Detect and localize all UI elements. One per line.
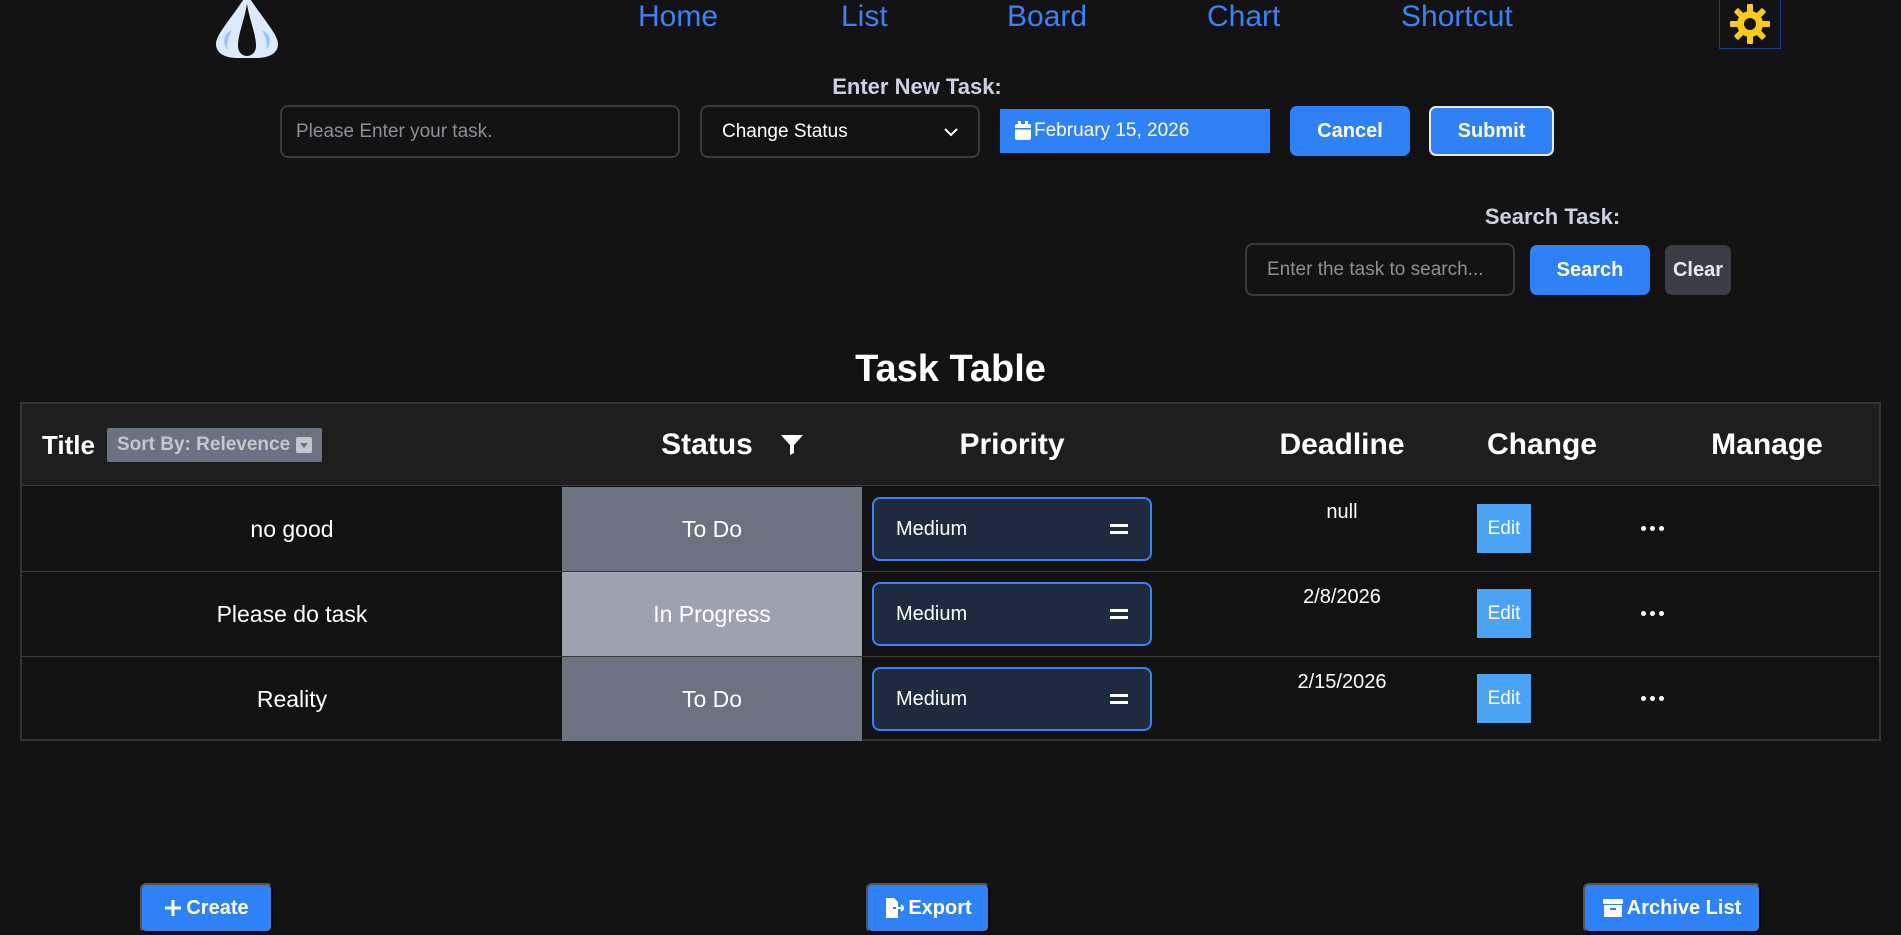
file-export-icon — [886, 898, 905, 918]
cancel-button[interactable]: Cancel — [1290, 106, 1410, 156]
table-header: Title Sort By: Relevence Status Priority… — [22, 404, 1879, 486]
search-button[interactable]: Search — [1530, 245, 1650, 295]
theme-toggle-button[interactable] — [1719, 0, 1781, 49]
create-button[interactable]: Create — [140, 883, 273, 933]
export-button[interactable]: Export — [866, 883, 990, 933]
table-title: Task Table — [855, 348, 1046, 390]
nav-chart[interactable]: Chart — [1207, 0, 1280, 34]
priority-value: Medium — [896, 517, 968, 540]
sort-dropdown[interactable]: Sort By: Relevence — [106, 428, 323, 462]
table-row: no good To Do Medium null Edit — [22, 487, 1879, 572]
header-status-cell: Status — [582, 404, 882, 486]
new-task-label: Enter New Task: — [832, 74, 1002, 99]
task-title: no good — [250, 515, 334, 542]
priority-value: Medium — [896, 687, 968, 710]
equals-icon — [1110, 524, 1128, 534]
task-title: Reality — [256, 685, 328, 712]
new-task-input[interactable] — [280, 105, 680, 158]
status-select[interactable]: Change Status — [700, 105, 980, 158]
table-row: Reality To Do Medium 2/15/2026 Edit — [22, 657, 1879, 742]
filter-icon[interactable] — [780, 435, 803, 455]
nav-board[interactable]: Board — [1007, 0, 1087, 34]
equals-icon — [1110, 609, 1128, 619]
more-icon[interactable] — [1632, 517, 1672, 539]
header-status: Status — [661, 428, 753, 461]
app-logo-icon[interactable] — [212, 0, 282, 58]
archive-icon — [1602, 899, 1623, 917]
date-value: February 15, 2026 — [1034, 120, 1190, 141]
edit-button[interactable]: Edit — [1477, 674, 1531, 723]
more-icon[interactable] — [1632, 602, 1672, 624]
task-title: Please do task — [216, 600, 368, 627]
task-table: Title Sort By: Relevence Status Priority… — [20, 402, 1881, 741]
edit-button[interactable]: Edit — [1477, 504, 1531, 553]
header-title-cell: Title Sort By: Relevence — [42, 404, 323, 486]
chevron-down-icon — [944, 127, 958, 136]
equals-icon — [1110, 694, 1128, 704]
submit-button[interactable]: Submit — [1429, 106, 1554, 156]
sort-label: Sort By: Relevence — [116, 434, 291, 455]
table-row: Please do task In Progress Medium 2/8/20… — [22, 572, 1879, 657]
deadline-value: 2/8/2026 — [1303, 586, 1381, 608]
deadline-value: null — [1326, 501, 1358, 523]
search-label: Search Task: — [1484, 204, 1621, 229]
status-select-value: Change Status — [722, 120, 848, 142]
header-title: Title — [42, 429, 95, 460]
export-label: Export — [908, 896, 972, 919]
caret-down-icon — [296, 437, 313, 453]
more-icon[interactable] — [1632, 687, 1672, 709]
status-cell[interactable]: To Do — [562, 657, 862, 741]
header-priority: Priority — [959, 428, 1065, 461]
priority-value: Medium — [896, 602, 968, 625]
clear-button[interactable]: Clear — [1665, 245, 1731, 295]
header-change: Change — [1486, 428, 1597, 461]
archive-list-button[interactable]: Archive List — [1583, 883, 1761, 933]
archive-label: Archive List — [1626, 896, 1742, 919]
gear-icon — [1730, 4, 1770, 44]
header-manage: Manage — [1711, 428, 1823, 461]
header-deadline: Deadline — [1279, 428, 1405, 461]
priority-select[interactable]: Medium — [872, 667, 1152, 731]
priority-select[interactable]: Medium — [872, 582, 1152, 646]
priority-select[interactable]: Medium — [872, 497, 1152, 561]
status-cell[interactable]: To Do — [562, 487, 862, 571]
nav-list[interactable]: List — [841, 0, 888, 34]
search-input[interactable] — [1245, 243, 1515, 296]
date-picker[interactable]: February 15, 2026 — [1000, 109, 1270, 153]
nav-home[interactable]: Home — [638, 0, 718, 34]
deadline-value: 2/15/2026 — [1297, 671, 1387, 693]
edit-button[interactable]: Edit — [1477, 589, 1531, 638]
plus-icon — [165, 900, 182, 916]
create-label: Create — [186, 896, 249, 919]
nav-shortcut[interactable]: Shortcut — [1401, 0, 1513, 34]
status-cell[interactable]: In Progress — [562, 572, 862, 656]
calendar-icon — [1015, 121, 1031, 140]
